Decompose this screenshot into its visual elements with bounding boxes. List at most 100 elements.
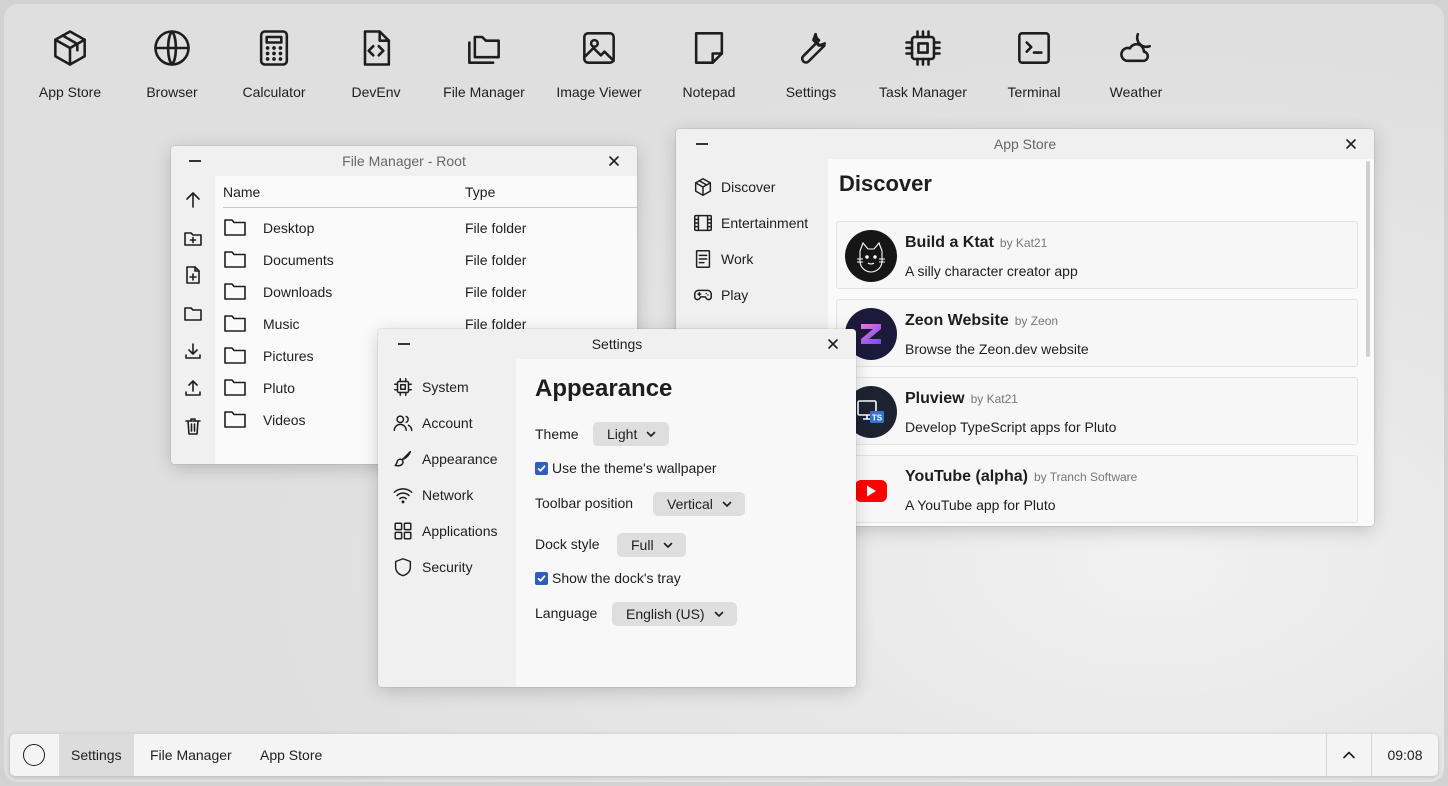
window-title: Settings [591, 336, 643, 352]
chevron-down-icon [663, 542, 672, 548]
folder-icon [224, 251, 246, 268]
app-store-titlebar[interactable]: App Store [676, 129, 1374, 159]
dock-style-dropdown[interactable]: Full [617, 533, 686, 557]
language-dropdown[interactable]: English (US) [612, 602, 737, 626]
upload-icon[interactable] [183, 378, 203, 398]
desktop-icon-terminal[interactable]: Terminal [984, 26, 1084, 100]
app-card-pluview[interactable]: TS Pluview by Kat21 Develop TypeScript ap… [836, 377, 1358, 445]
cpu-icon [394, 378, 412, 396]
folder-icon [224, 283, 246, 300]
nav-item-discover[interactable]: Discover [692, 175, 775, 199]
desktop-icon-calculator[interactable]: Calculator [224, 26, 324, 100]
file-row-documents[interactable]: Documents File folder [215, 244, 637, 276]
file-row-downloads[interactable]: Downloads File folder [215, 276, 637, 308]
nav-item-play[interactable]: Play [692, 283, 748, 307]
calculator-icon [252, 26, 296, 70]
file-row-desktop[interactable]: Desktop File folder [215, 212, 637, 244]
nav-item-entertainment[interactable]: Entertainment [692, 211, 808, 235]
start-button[interactable] [10, 734, 58, 776]
desktop-icon-label: File Manager [443, 84, 525, 100]
file-manager-titlebar[interactable]: File Manager - Root [171, 146, 637, 176]
language-value: English (US) [626, 606, 705, 622]
clock[interactable]: 09:08 [1372, 734, 1438, 776]
chevron-down-icon [722, 501, 732, 507]
minimize-button[interactable] [696, 143, 708, 145]
desktop-icon-app-store[interactable]: App Store [20, 26, 120, 100]
close-button[interactable] [607, 154, 621, 168]
checkbox-checked[interactable] [535, 571, 548, 585]
app-card-youtube[interactable]: YouTube (alpha) by Tranch Software A YouT… [836, 455, 1358, 523]
dock-tray-checkbox[interactable]: Show the dock's tray [535, 570, 681, 586]
app-name: Zeon Website by Zeon [905, 312, 1059, 329]
column-header-type[interactable]: Type [465, 184, 495, 200]
desktop-icon-image-viewer[interactable]: Image Viewer [544, 26, 654, 100]
desktop-icon-browser[interactable]: Browser [122, 26, 222, 100]
desktop-icon-devenv[interactable]: DevEnv [326, 26, 426, 100]
wallpaper-checkbox[interactable]: Use the theme's wallpaper [535, 460, 717, 476]
tray-toggle-button[interactable] [1326, 734, 1372, 776]
download-icon[interactable] [183, 341, 203, 361]
desktop-icon-label: Image Viewer [556, 84, 642, 100]
nav-item-appearance[interactable]: Appearance [392, 447, 498, 471]
taskbar-app-file-manager[interactable]: File Manager [138, 734, 244, 776]
settings-titlebar[interactable]: Settings [378, 329, 856, 359]
code-file-icon [354, 26, 398, 70]
file-manager-toolbar [171, 176, 215, 464]
brush-icon [394, 450, 412, 467]
desktop-icon-label: DevEnv [351, 84, 401, 100]
desktop: App Store Browser Calculator DevEnv File… [4, 4, 1444, 782]
nav-item-applications[interactable]: Applications [392, 519, 498, 543]
column-header-name[interactable]: Name [223, 184, 260, 200]
nav-label: Play [721, 287, 749, 303]
settings-sidebar: System Account Appearance Network Applic… [378, 359, 516, 687]
trash-icon[interactable] [183, 416, 203, 436]
file-name: Desktop [263, 220, 315, 236]
new-folder-icon[interactable] [183, 228, 203, 248]
arrow-up-icon[interactable] [183, 190, 203, 210]
nav-label: Account [422, 415, 473, 431]
settings-window[interactable]: Settings System Account Appearance Netwo… [378, 329, 856, 687]
desktop-icon-notepad[interactable]: Notepad [659, 26, 759, 100]
nav-label: Network [422, 487, 474, 503]
scrollbar[interactable] [1366, 161, 1370, 357]
file-type: File folder [465, 220, 527, 236]
app-author: by Zeon [1014, 314, 1059, 328]
app-card-build-a-ktat[interactable]: Build a Ktat by Kat21 A silly character c… [836, 221, 1358, 289]
theme-dropdown[interactable]: Light [593, 422, 670, 446]
folder-icon [224, 379, 246, 396]
nav-item-account[interactable]: Account [392, 411, 473, 435]
desktop-icon-label: Task Manager [879, 84, 967, 100]
taskbar-app-settings[interactable]: Settings [59, 734, 134, 776]
minimize-button[interactable] [398, 343, 410, 345]
new-file-icon[interactable] [183, 265, 203, 285]
dock-tray-checkbox-label: Show the dock's tray [552, 570, 681, 586]
package-icon [694, 178, 712, 196]
nav-item-work[interactable]: Work [692, 247, 753, 271]
file-name: Pictures [263, 348, 314, 364]
toolbar-position-dropdown[interactable]: Vertical [653, 492, 745, 516]
nav-item-system[interactable]: System [392, 375, 469, 399]
close-button[interactable] [826, 337, 840, 351]
checkbox-checked[interactable] [535, 461, 548, 475]
cpu-icon [901, 26, 945, 70]
desktop-icon-settings[interactable]: Settings [761, 26, 861, 100]
close-button[interactable] [1344, 137, 1358, 151]
app-author: by Tranch Software [1033, 470, 1138, 484]
taskbar-app-app-store[interactable]: App Store [248, 734, 334, 776]
theme-value: Light [607, 426, 638, 442]
minimize-button[interactable] [189, 160, 201, 162]
toolbar-position-label: Toolbar position [535, 495, 634, 511]
desktop-icon-task-manager[interactable]: Task Manager [866, 26, 980, 100]
nav-item-network[interactable]: Network [392, 483, 473, 507]
taskbar: Settings File Manager App Store 09:08 [10, 734, 1438, 776]
nav-item-security[interactable]: Security [392, 555, 473, 579]
app-card-zeon-website[interactable]: Zeon Website by Zeon Browse the Zeon.dev … [836, 299, 1358, 367]
desktop-icon-label: Terminal [1007, 84, 1061, 100]
file-name: Pluto [263, 380, 295, 396]
wifi-icon [393, 488, 413, 504]
desktop-icon-file-manager[interactable]: File Manager [428, 26, 540, 100]
nav-label: Entertainment [721, 215, 809, 231]
desktop-icon-weather[interactable]: Weather [1086, 26, 1186, 100]
app-store-content: Discover Build a Ktat by Kat21 A silly ch… [828, 159, 1374, 526]
folder-icon[interactable] [183, 303, 203, 323]
